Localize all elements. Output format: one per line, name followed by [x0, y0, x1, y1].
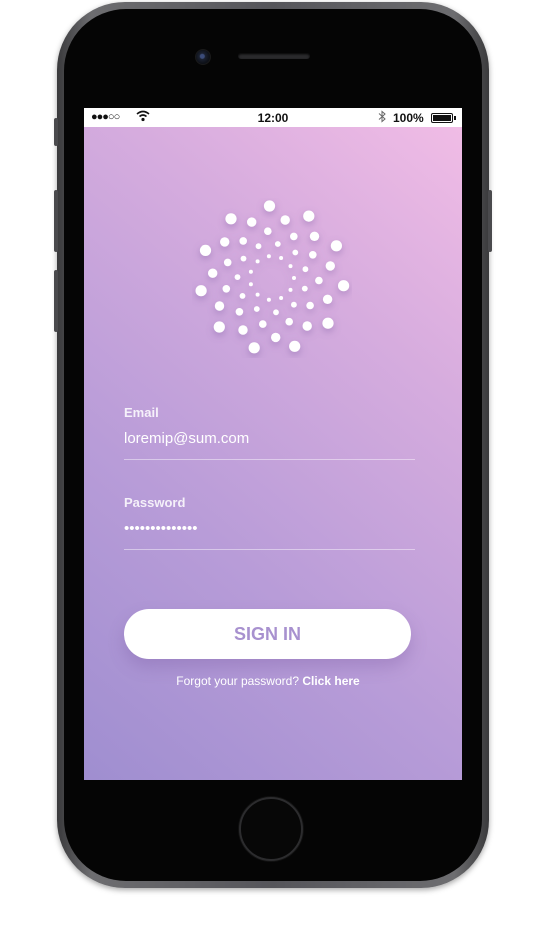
- logo-dot: [264, 227, 272, 235]
- mute-switch: [54, 118, 58, 146]
- logo-dot: [289, 340, 301, 352]
- logo-dot: [263, 200, 276, 212]
- logo-dot: [302, 266, 309, 273]
- email-label: Email: [124, 405, 159, 420]
- logo-dot: [322, 317, 334, 329]
- logo-dot: [214, 301, 225, 311]
- forgot-password-row: Forgot your password? Click here: [84, 674, 452, 688]
- front-camera: [195, 49, 211, 65]
- logo-dot: [292, 249, 299, 256]
- logo-dot: [322, 294, 333, 304]
- password-underline: [124, 549, 415, 550]
- logo-dot: [279, 256, 284, 260]
- logo-dot: [240, 255, 247, 262]
- logo-dot: [325, 261, 335, 271]
- logo-dot: [234, 274, 241, 280]
- logo-dot: [223, 258, 232, 267]
- logo-dot: [302, 321, 312, 331]
- logo-dot: [303, 210, 315, 222]
- logo-dot: [238, 325, 248, 335]
- logo-dot: [222, 285, 231, 293]
- logo-dot: [225, 213, 237, 225]
- logo-dot: [259, 320, 267, 328]
- logo-dot: [290, 232, 298, 241]
- status-bar: ●●●○○ 12:00 100%: [84, 108, 462, 127]
- logo-dot: [235, 308, 244, 316]
- logo-dot: [291, 301, 297, 308]
- logo-dot: [239, 237, 247, 245]
- click-here-link[interactable]: Click here: [302, 674, 359, 688]
- battery-icon: [431, 113, 456, 123]
- logo-dot: [338, 280, 350, 292]
- logo-dot: [195, 285, 207, 297]
- logo-dot: [253, 306, 260, 312]
- logo-dot: [309, 251, 317, 259]
- logo-dot: [199, 244, 212, 256]
- logo-dot: [255, 259, 260, 264]
- logo-dot: [248, 282, 253, 287]
- battery-percentage: 100%: [393, 111, 424, 125]
- logo-dot: [247, 217, 257, 227]
- logo-dot: [208, 268, 218, 278]
- logo-dot: [248, 342, 260, 354]
- logo-dot: [288, 264, 293, 269]
- logo-dot: [255, 243, 262, 250]
- sign-in-button[interactable]: SIGN IN: [124, 609, 411, 659]
- login-screen: ●●●○○ 12:00 100% Email loremip@sum.com P…: [84, 108, 462, 780]
- logo-dot: [239, 293, 246, 299]
- logo-dot: [315, 276, 323, 285]
- earpiece-speaker: [238, 53, 310, 59]
- logo-dot: [285, 317, 293, 326]
- logo-dot: [266, 297, 271, 302]
- logo-dot: [220, 237, 230, 247]
- logo-dot: [266, 254, 271, 259]
- email-field[interactable]: [124, 430, 414, 447]
- home-button[interactable]: [239, 797, 303, 861]
- dotted-spiral-logo-icon: [192, 198, 352, 358]
- logo-dot: [271, 332, 281, 343]
- logo-dot: [330, 240, 342, 252]
- password-label: Password: [124, 495, 186, 510]
- logo-dot: [279, 296, 284, 300]
- volume-down-button: [54, 270, 58, 332]
- password-field[interactable]: [124, 520, 414, 537]
- email-underline: [124, 459, 415, 460]
- volume-up-button: [54, 190, 58, 252]
- power-button: [488, 190, 492, 252]
- logo-dot: [273, 309, 279, 316]
- forgot-password-text: Forgot your password?: [176, 674, 299, 688]
- logo-dot: [255, 292, 260, 297]
- logo-dot: [301, 285, 308, 292]
- logo-dot: [248, 269, 253, 274]
- bluetooth-icon: [378, 110, 386, 126]
- logo-dot: [280, 215, 290, 225]
- logo-dot: [306, 301, 314, 310]
- logo-dot: [288, 287, 293, 292]
- logo-dot: [309, 231, 320, 241]
- logo-dot: [274, 241, 281, 247]
- logo-dot: [292, 276, 296, 280]
- logo-dot: [213, 321, 225, 333]
